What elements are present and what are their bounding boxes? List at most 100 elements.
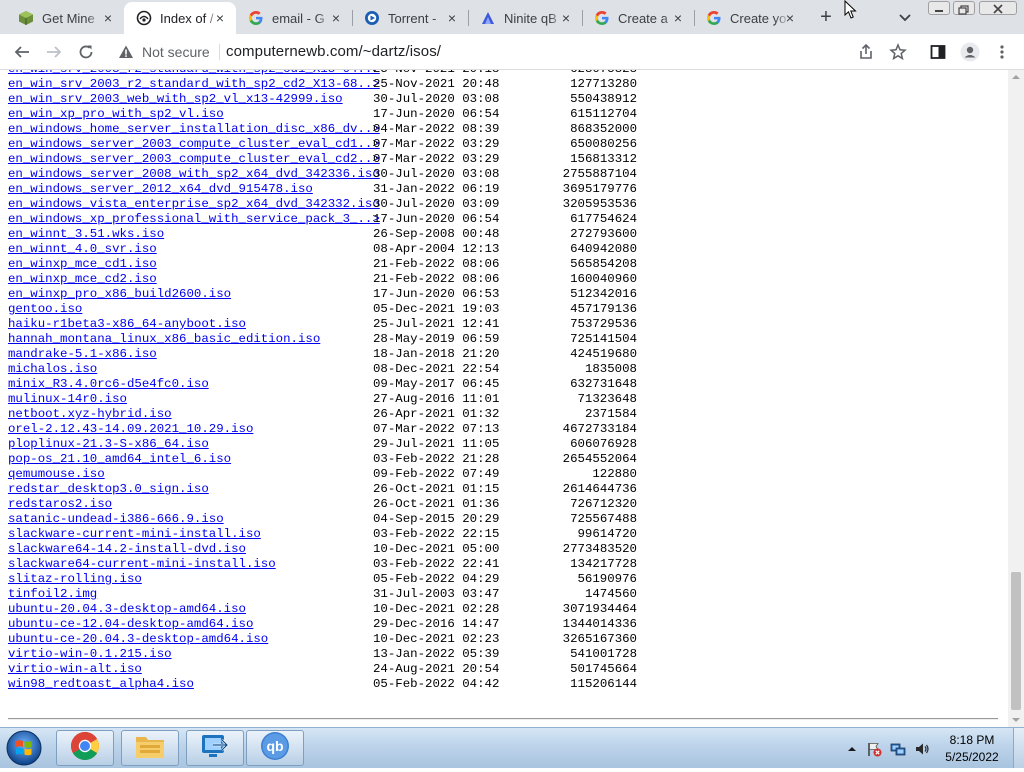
file-link[interactable]: gentoo.iso xyxy=(8,302,82,317)
tab-email[interactable]: email - G × xyxy=(236,2,352,34)
file-link[interactable]: win98_redtoast_alpha4.iso xyxy=(8,677,194,692)
file-date: 30-Jul-2020 03:08 xyxy=(373,92,500,106)
share-icon[interactable] xyxy=(856,42,876,62)
file-size: 3071934464 xyxy=(562,602,637,616)
file-link[interactable]: en_windows_xp_professional_with_service_… xyxy=(8,212,380,227)
file-link[interactable]: en_win_srv_2003_r2_standard_with_sp2_cd2… xyxy=(8,77,380,92)
tab-ninite[interactable]: Ninite qB × xyxy=(468,2,582,34)
file-link[interactable]: orel-2.12.43-14.09.2021_10.29.iso xyxy=(8,422,253,437)
file-link[interactable]: en_windows_server_2003_compute_cluster_e… xyxy=(8,137,380,152)
minimize-button[interactable] xyxy=(928,1,950,15)
file-size: 606076928 xyxy=(570,437,637,451)
forward-arrow-icon[interactable] xyxy=(44,42,64,62)
url-text[interactable]: computernewb.com/~dartz/isos/ xyxy=(226,43,441,60)
file-link[interactable]: en_win_srv_2003_web_with_sp2_vl_x13-4299… xyxy=(8,92,343,107)
chevron-up-icon[interactable] xyxy=(844,741,860,757)
tab-create-a[interactable]: Create a × xyxy=(582,2,694,34)
file-size: 650080256 xyxy=(570,137,637,151)
tab-create-yo[interactable]: Create yo × xyxy=(694,2,806,34)
close-window-button[interactable] xyxy=(979,1,1017,15)
start-button[interactable] xyxy=(2,729,52,767)
file-link[interactable]: en_windows_home_server_installation_disc… xyxy=(8,122,380,137)
file-date: 21-Feb-2022 08:06 xyxy=(373,272,500,286)
kebab-menu-icon[interactable] xyxy=(992,42,1012,62)
speaker-icon[interactable] xyxy=(914,741,930,757)
clock-date[interactable]: 5/25/2022 xyxy=(938,750,1006,764)
close-icon[interactable]: × xyxy=(670,10,686,26)
side-panel-icon[interactable] xyxy=(928,42,948,62)
security-status[interactable]: Not secure xyxy=(142,44,210,60)
new-tab-button[interactable]: + xyxy=(816,7,836,27)
file-link[interactable]: en_windows_server_2003_compute_cluster_e… xyxy=(8,152,380,167)
file-link[interactable]: minix_R3.4.0rc6-d5e4fc0.iso xyxy=(8,377,209,392)
network-icon[interactable] xyxy=(890,741,906,757)
file-link[interactable]: tinfoil2.img xyxy=(8,587,97,602)
file-link[interactable]: en_win_srv_2003_r2_standard_with_sp2_cd1… xyxy=(8,70,380,77)
file-link[interactable]: ubuntu-ce-20.04.3-desktop-amd64.iso xyxy=(8,632,268,647)
tab-torrent[interactable]: Torrent - × xyxy=(352,2,468,34)
file-link[interactable]: qemumouse.iso xyxy=(8,467,105,482)
close-icon[interactable]: × xyxy=(328,10,344,26)
file-link[interactable]: slitaz-rolling.iso xyxy=(8,572,142,587)
file-link[interactable]: redstaros2.iso xyxy=(8,497,112,512)
scrollbar-thumb[interactable] xyxy=(1011,572,1021,710)
file-link[interactable]: en_winxp_mce_cd2.iso xyxy=(8,272,157,287)
file-link[interactable]: en_winxp_mce_cd1.iso xyxy=(8,257,157,272)
warning-icon[interactable] xyxy=(118,44,134,60)
file-link[interactable]: slackware-current-mini-install.iso xyxy=(8,527,261,542)
maximize-button[interactable] xyxy=(953,1,975,15)
action-center-flag-icon[interactable] xyxy=(866,741,882,757)
file-size: 550438912 xyxy=(570,92,637,106)
file-date: 13-Jan-2022 05:39 xyxy=(373,647,500,661)
taskbar-remote-app-button[interactable] xyxy=(186,730,244,766)
file-link[interactable]: pop-os_21.10_amd64_intel_6.iso xyxy=(8,452,231,467)
file-link[interactable]: en_winnt_3.51.wks.iso xyxy=(8,227,164,242)
tab-index-of[interactable]: Index of / × xyxy=(124,2,236,34)
file-link[interactable]: en_winnt_4.0_svr.iso xyxy=(8,242,157,257)
file-link[interactable]: en_windows_vista_enterprise_sp2_x64_dvd_… xyxy=(8,197,380,212)
file-link[interactable]: mandrake-5.1-x86.iso xyxy=(8,347,157,362)
profile-avatar-icon[interactable] xyxy=(960,42,980,62)
taskbar-chrome-button[interactable] xyxy=(56,730,114,766)
file-link[interactable]: ubuntu-20.04.3-desktop-amd64.iso xyxy=(8,602,246,617)
file-link[interactable]: slackware64-current-mini-install.iso xyxy=(8,557,276,572)
file-link[interactable]: hannah_montana_linux_x86_basic_edition.i… xyxy=(8,332,320,347)
file-link[interactable]: netboot.xyz-hybrid.iso xyxy=(8,407,172,422)
file-link[interactable]: en_windows_server_2012_x64_dvd_915478.is… xyxy=(8,182,313,197)
close-icon[interactable]: × xyxy=(100,10,116,26)
google-icon xyxy=(594,10,610,26)
file-link[interactable]: haiku-r1beta3-x86_64-anyboot.iso xyxy=(8,317,246,332)
taskbar-qbittorrent-button[interactable]: qb xyxy=(246,730,304,766)
scroll-down-arrow-icon[interactable] xyxy=(1008,713,1024,727)
tab-get-mine[interactable]: Get Mine × xyxy=(6,2,124,34)
scroll-up-arrow-icon[interactable] xyxy=(1008,70,1024,84)
taskbar-explorer-button[interactable] xyxy=(121,730,179,766)
file-size: 623075328 xyxy=(538,70,637,77)
close-icon[interactable]: × xyxy=(558,10,574,26)
file-link[interactable]: ploplinux-21.3-S-x86_64.iso xyxy=(8,437,209,452)
close-icon[interactable]: × xyxy=(212,10,228,26)
star-icon[interactable] xyxy=(888,42,908,62)
back-arrow-icon[interactable] xyxy=(12,42,32,62)
file-link[interactable]: ubuntu-ce-12.04-desktop-amd64.iso xyxy=(8,617,253,632)
file-link[interactable]: michalos.iso xyxy=(8,362,97,377)
file-link[interactable]: satanic-undead-i386-666.9.iso xyxy=(8,512,224,527)
close-icon[interactable]: × xyxy=(444,10,460,26)
file-link[interactable]: en_winxp_pro_x86_build2600.iso xyxy=(8,287,231,302)
show-desktop-button[interactable] xyxy=(1013,728,1024,768)
address-bar[interactable]: Not secure computernewb.com/~dartz/isos/ xyxy=(108,39,918,65)
file-link[interactable]: mulinux-14r0.iso xyxy=(8,392,127,407)
file-date: 07-Mar-2022 03:29 xyxy=(373,137,500,151)
file-link[interactable]: slackware64-14.2-install-dvd.iso xyxy=(8,542,246,557)
clock-time[interactable]: 8:18 PM xyxy=(942,733,1002,747)
close-icon[interactable]: × xyxy=(782,10,798,26)
file-link[interactable]: redstar_desktop3.0_sign.iso xyxy=(8,482,209,497)
file-link[interactable]: en_win_xp_pro_with_sp2_vl.iso xyxy=(8,107,224,122)
vertical-scrollbar[interactable] xyxy=(1008,70,1024,727)
file-link[interactable]: virtio-win-alt.iso xyxy=(8,662,142,677)
reload-icon[interactable] xyxy=(76,42,96,62)
file-date: 17-Jun-2020 06:54 xyxy=(373,107,500,121)
file-link[interactable]: en_windows_server_2008_with_sp2_x64_dvd_… xyxy=(8,167,380,182)
file-link[interactable]: virtio-win-0.1.215.iso xyxy=(8,647,172,662)
chevron-down-icon[interactable] xyxy=(896,8,914,26)
